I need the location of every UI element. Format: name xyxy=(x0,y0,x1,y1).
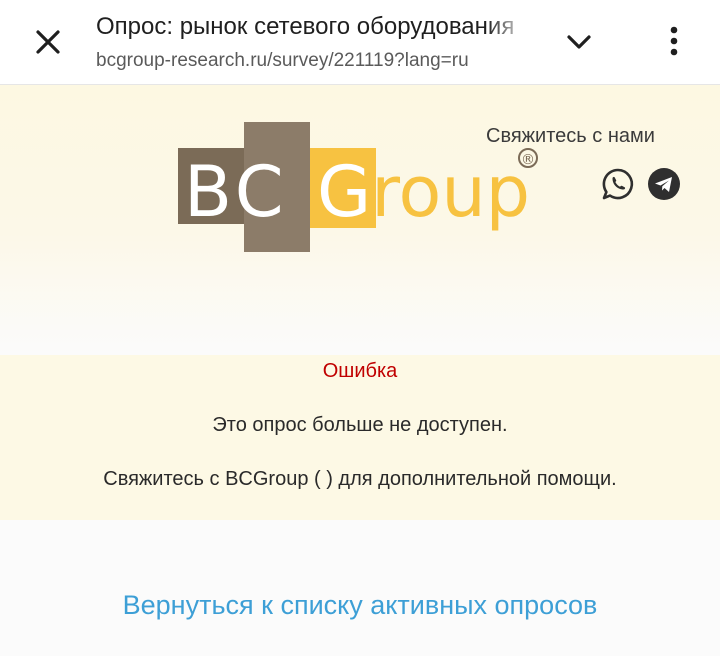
page-title: Опрос: рынок сетевого оборудования xyxy=(96,13,515,40)
back-to-surveys-link[interactable]: Вернуться к списку активных опросов xyxy=(0,590,720,621)
contact-label: Свяжитесь с нами xyxy=(486,125,655,147)
close-icon xyxy=(36,30,60,54)
error-title: Ошибка xyxy=(322,360,398,382)
whatsapp-icon[interactable] xyxy=(601,167,635,201)
logo-text-group: Group xyxy=(317,151,530,233)
title-block: Опрос: рынок сетевого оборудования bcgro… xyxy=(96,12,530,74)
url-text[interactable]: bcgroup-research.ru/survey/221119?lang=r… xyxy=(96,48,530,74)
logo-text-bc: BC xyxy=(184,151,288,233)
more-menu-button[interactable] xyxy=(654,18,694,64)
chevron-down-icon xyxy=(567,35,591,49)
close-button[interactable] xyxy=(28,22,68,62)
browser-toolbar: Опрос: рынок сетевого оборудования bcgro… xyxy=(0,0,720,85)
error-message: Это опрос больше не доступен. xyxy=(212,414,508,436)
more-vert-icon xyxy=(670,26,678,56)
logo-registered: ® xyxy=(521,152,535,168)
telegram-icon[interactable] xyxy=(647,167,681,201)
expand-button[interactable] xyxy=(558,22,600,62)
help-message: Свяжитесь с BCGroup ( ) для дополнительн… xyxy=(103,468,617,490)
